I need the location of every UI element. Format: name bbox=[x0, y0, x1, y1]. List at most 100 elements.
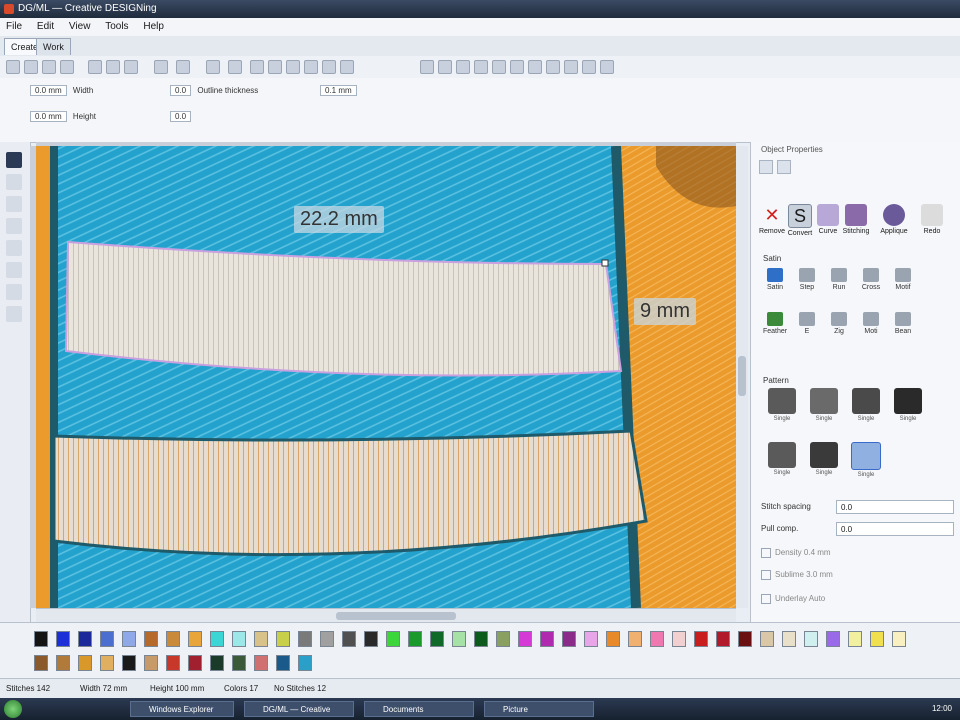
underlay-check[interactable]: Underlay Auto bbox=[761, 594, 825, 604]
color-swatch[interactable] bbox=[232, 655, 246, 671]
color-swatch[interactable] bbox=[210, 655, 224, 671]
stitch-moti[interactable]: Moti bbox=[855, 312, 887, 335]
color-swatch[interactable] bbox=[188, 631, 202, 647]
pattern-5[interactable]: Single bbox=[765, 442, 799, 476]
color-swatch[interactable] bbox=[298, 631, 312, 647]
menu-tools[interactable]: Tools bbox=[105, 21, 128, 32]
stitch-feather[interactable]: Feather bbox=[759, 312, 791, 335]
color-swatch[interactable] bbox=[738, 631, 752, 647]
color-swatch[interactable] bbox=[144, 655, 158, 671]
color-swatch[interactable] bbox=[694, 631, 708, 647]
border-field[interactable]: 0.1 mm bbox=[320, 85, 357, 96]
group-icon[interactable] bbox=[528, 60, 542, 74]
pattern-4[interactable]: Single bbox=[891, 388, 925, 422]
new-icon[interactable] bbox=[6, 60, 20, 74]
color-swatch[interactable] bbox=[584, 631, 598, 647]
copy-icon[interactable] bbox=[154, 60, 168, 74]
color-swatch[interactable] bbox=[628, 631, 642, 647]
select-icon[interactable] bbox=[250, 60, 264, 74]
color-swatch[interactable] bbox=[892, 631, 906, 647]
redo-icon[interactable] bbox=[106, 60, 120, 74]
ungroup-icon[interactable] bbox=[546, 60, 560, 74]
flip-v-icon[interactable] bbox=[582, 60, 596, 74]
draw-tool-icon[interactable] bbox=[6, 240, 22, 256]
angle-field-2[interactable]: 0.0 bbox=[170, 111, 192, 122]
open-icon[interactable] bbox=[24, 60, 38, 74]
color-swatch[interactable] bbox=[782, 631, 796, 647]
color-swatch[interactable] bbox=[452, 631, 466, 647]
zoom-icon[interactable] bbox=[206, 60, 220, 74]
menu-edit[interactable]: Edit bbox=[37, 21, 54, 32]
color-swatch[interactable] bbox=[78, 631, 92, 647]
applique-tool[interactable]: Applique bbox=[877, 204, 911, 235]
h-scroll-thumb[interactable] bbox=[336, 612, 456, 620]
color-swatch[interactable] bbox=[34, 631, 48, 647]
color-swatch[interactable] bbox=[650, 631, 664, 647]
color-swatch[interactable] bbox=[56, 655, 70, 671]
color-swatch[interactable] bbox=[672, 631, 686, 647]
pan-tool-icon[interactable] bbox=[6, 218, 22, 234]
menu-view[interactable]: View bbox=[69, 21, 91, 32]
color-swatch[interactable] bbox=[56, 631, 70, 647]
redo-tool[interactable]: Redo bbox=[915, 204, 949, 235]
color-swatch[interactable] bbox=[210, 631, 224, 647]
stitch-motif[interactable]: Motif bbox=[887, 268, 919, 291]
start-button[interactable] bbox=[4, 700, 22, 718]
node-icon[interactable] bbox=[268, 60, 282, 74]
stitching-tool[interactable]: Stitching bbox=[839, 204, 873, 235]
panel-tab-layers[interactable] bbox=[777, 160, 791, 174]
color-swatch[interactable] bbox=[760, 631, 774, 647]
color-swatch[interactable] bbox=[254, 631, 268, 647]
pointer-tool-icon[interactable] bbox=[6, 152, 22, 168]
color-swatch[interactable] bbox=[78, 655, 92, 671]
selection-handle[interactable] bbox=[601, 259, 609, 267]
pattern-3[interactable]: Single bbox=[849, 388, 883, 422]
angle-field[interactable]: 0.0 bbox=[170, 85, 192, 96]
pattern-2[interactable]: Single bbox=[807, 388, 841, 422]
stitch-run[interactable]: Run bbox=[823, 268, 855, 291]
align-center-icon[interactable] bbox=[438, 60, 452, 74]
design-canvas[interactable]: 22.2 mm 9 mm bbox=[36, 146, 736, 608]
print-icon[interactable] bbox=[60, 60, 74, 74]
pen-icon[interactable] bbox=[286, 60, 300, 74]
grid-icon[interactable] bbox=[228, 60, 242, 74]
color-swatch[interactable] bbox=[298, 655, 312, 671]
color-swatch[interactable] bbox=[276, 655, 290, 671]
color-swatch[interactable] bbox=[716, 631, 730, 647]
panel-tab-properties[interactable] bbox=[759, 160, 773, 174]
stitch-satin[interactable]: Satin bbox=[759, 268, 791, 291]
color-swatch[interactable] bbox=[232, 631, 246, 647]
color-swatch[interactable] bbox=[342, 631, 356, 647]
undo-icon[interactable] bbox=[88, 60, 102, 74]
measure-tool-icon[interactable] bbox=[6, 306, 22, 322]
stitch-step[interactable]: Step bbox=[791, 268, 823, 291]
color-swatch[interactable] bbox=[276, 631, 290, 647]
stitch-spacing-dropdown[interactable]: 0.0 bbox=[836, 500, 954, 514]
align-left-icon[interactable] bbox=[420, 60, 434, 74]
color-swatch[interactable] bbox=[122, 631, 136, 647]
color-swatch[interactable] bbox=[122, 655, 136, 671]
pattern-6[interactable]: Single bbox=[807, 442, 841, 476]
fill-icon[interactable] bbox=[322, 60, 336, 74]
x-position-field[interactable]: 0.0 mm bbox=[30, 85, 67, 96]
color-swatch[interactable] bbox=[100, 631, 114, 647]
task-documents[interactable]: Documents bbox=[364, 701, 474, 717]
brush-icon[interactable] bbox=[304, 60, 318, 74]
stitch-cross[interactable]: Cross bbox=[855, 268, 887, 291]
flip-h-icon[interactable] bbox=[564, 60, 578, 74]
stitch-e[interactable]: E bbox=[791, 312, 823, 335]
color-swatch[interactable] bbox=[364, 631, 378, 647]
menu-help[interactable]: Help bbox=[143, 21, 164, 32]
text-tool-icon[interactable] bbox=[6, 262, 22, 278]
color-swatch[interactable] bbox=[100, 655, 114, 671]
vertical-scrollbar[interactable] bbox=[736, 146, 748, 608]
color-swatch[interactable] bbox=[870, 631, 884, 647]
density-check[interactable]: Density 0.4 mm bbox=[761, 548, 831, 558]
task-explorer[interactable]: Windows Explorer bbox=[130, 701, 234, 717]
color-swatch[interactable] bbox=[188, 655, 202, 671]
color-swatch[interactable] bbox=[518, 631, 532, 647]
y-position-field[interactable]: 0.0 mm bbox=[30, 111, 67, 122]
color-swatch[interactable] bbox=[474, 631, 488, 647]
sublime-check[interactable]: Sublime 3.0 mm bbox=[761, 570, 833, 580]
checkbox[interactable] bbox=[761, 548, 771, 558]
